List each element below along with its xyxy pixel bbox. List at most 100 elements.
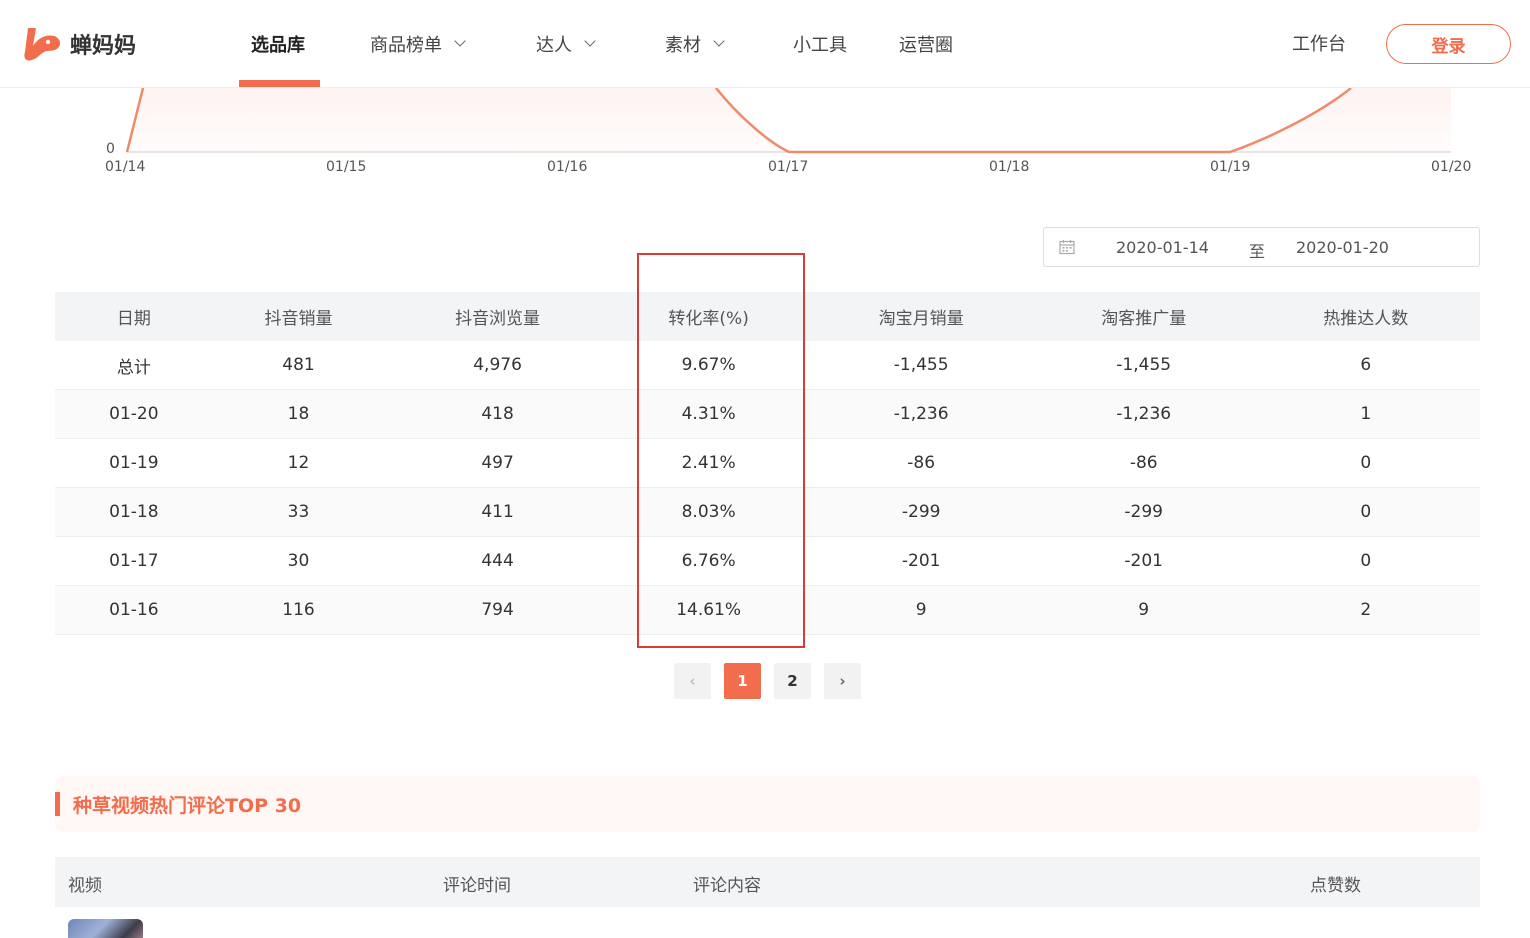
column-header: 评论内容 xyxy=(693,876,761,896)
column-header: 淘宝月销量 xyxy=(878,309,964,329)
table-cell: 01-17 xyxy=(109,551,159,571)
column-header: 视频 xyxy=(68,876,102,896)
column-header: 转化率(%) xyxy=(668,309,749,329)
table-cell: 12 xyxy=(287,453,310,473)
nav-label: 素材 xyxy=(665,35,701,56)
cicada-logo-icon xyxy=(24,28,61,61)
top-nav-bar: 蝉妈妈 选品库 商品榜单 达人 素材 小工具 运营圈 工作台 登录 xyxy=(0,0,1530,88)
chevron-down-icon xyxy=(713,35,725,47)
page-1-button[interactable]: 1 xyxy=(724,663,761,699)
line-chart-svg xyxy=(125,87,1451,154)
table-body: 总计 481 4,976 9.67% -1,455 -1,455 6 01-20 18 418 4.… xyxy=(55,341,1480,635)
nav-label: 选品库 xyxy=(251,35,305,56)
nav-item-operations[interactable]: 运营圈 xyxy=(899,30,953,58)
table-cell: 9 xyxy=(915,600,927,620)
table-cell: 4,976 xyxy=(473,355,522,375)
nav-label: 达人 xyxy=(536,35,572,56)
x-tick-label: 01/17 xyxy=(768,159,809,175)
date-separator: 至 xyxy=(1249,242,1266,261)
table-cell: 0 xyxy=(1360,453,1372,473)
nav-item-product-ranking[interactable]: 商品榜单 xyxy=(370,30,466,58)
video-thumbnail[interactable] xyxy=(68,919,143,938)
nav-item-influencer[interactable]: 达人 xyxy=(536,30,596,58)
nav-item-product-library[interactable]: 选品库 xyxy=(251,30,305,58)
table-cell: 01-16 xyxy=(109,600,159,620)
chevron-down-icon xyxy=(584,35,596,47)
table-cell: 497 xyxy=(481,453,514,473)
table-cell: 481 xyxy=(282,355,315,375)
x-tick-label: 01/20 xyxy=(1431,159,1472,175)
brand-logo[interactable]: 蝉妈妈 xyxy=(22,24,136,64)
table-cell: 9.67% xyxy=(681,355,736,375)
nav-label: 小工具 xyxy=(793,35,847,56)
next-page-button[interactable]: › xyxy=(824,663,861,699)
nav-item-tools[interactable]: 小工具 xyxy=(793,30,847,58)
column-header: 评论时间 xyxy=(443,876,511,896)
workbench-link[interactable]: 工作台 xyxy=(1292,30,1346,56)
active-nav-indicator xyxy=(239,80,320,87)
page-2-button[interactable]: 2 xyxy=(774,663,811,699)
table-cell: 18 xyxy=(287,404,310,424)
prev-page-button[interactable]: ‹ xyxy=(674,663,711,699)
brand-name: 蝉妈妈 xyxy=(70,34,137,59)
table-cell: 2.41% xyxy=(681,453,736,473)
table-cell: -201 xyxy=(1124,551,1163,571)
table-cell: 0 xyxy=(1360,502,1372,522)
column-header: 淘客推广量 xyxy=(1101,309,1187,329)
table-cell: 0 xyxy=(1360,551,1372,571)
table-cell: 116 xyxy=(282,600,315,620)
section-accent-bar xyxy=(55,792,60,816)
table-cell: -299 xyxy=(1124,502,1163,522)
table-cell: -86 xyxy=(1129,453,1158,473)
table-cell: 01-19 xyxy=(109,453,159,473)
login-button[interactable]: 登录 xyxy=(1386,24,1511,64)
table-row: 01-19 12 497 2.41% -86 -86 0 xyxy=(55,439,1480,488)
nav-item-material[interactable]: 素材 xyxy=(665,30,725,58)
series-line-mid xyxy=(715,87,1352,154)
table-cell: -1,455 xyxy=(893,355,949,375)
x-tick-label: 01/19 xyxy=(1210,159,1251,175)
x-tick-label: 01/18 xyxy=(989,159,1030,175)
page: 蝉妈妈 选品库 商品榜单 达人 素材 小工具 运营圈 工作台 登录 0 01/1… xyxy=(0,0,1530,938)
trend-chart: 0 01/14 01/15 01/16 01/17 01/18 01/19 01… xyxy=(0,87,1530,183)
table-row: 01-18 33 411 8.03% -299 -299 0 xyxy=(55,488,1480,537)
column-header: 热推达人数 xyxy=(1323,309,1409,329)
column-header: 日期 xyxy=(116,309,151,329)
table-cell: -86 xyxy=(907,453,936,473)
table-cell: 33 xyxy=(287,502,310,522)
column-header: 抖音销量 xyxy=(264,309,333,329)
table-cell: 444 xyxy=(481,551,514,571)
end-date-input[interactable]: 2020-01-20 xyxy=(1296,238,1389,257)
chevron-down-icon xyxy=(454,35,466,47)
table-cell: 8.03% xyxy=(681,502,736,522)
table-cell: -299 xyxy=(901,502,941,522)
start-date-input[interactable]: 2020-01-14 xyxy=(1116,238,1209,257)
table-row: 01-20 18 418 4.31% -1,236 -1,236 1 xyxy=(55,390,1480,439)
table-cell: 9 xyxy=(1138,600,1150,620)
table-cell: -201 xyxy=(901,551,941,571)
table-cell: -1,455 xyxy=(1116,355,1172,375)
x-tick-label: 01/14 xyxy=(105,159,146,175)
section-title: 种草视频热门评论TOP 30 xyxy=(73,795,302,817)
daily-stats-table: 日期 抖音销量 抖音浏览量 转化率(%) 淘宝月销量 淘客推广量 热推达人数 总… xyxy=(55,292,1480,635)
nav-label: 运营圈 xyxy=(899,35,953,56)
table-cell: 794 xyxy=(481,600,514,620)
column-header: 抖音浏览量 xyxy=(455,309,541,329)
table-cell: 6.76% xyxy=(681,551,736,571)
table-cell: 14.61% xyxy=(676,600,742,620)
table-cell: 总计 xyxy=(116,357,151,378)
table-row: 01-16 116 794 14.61% 9 9 2 xyxy=(55,586,1480,635)
table-cell: 418 xyxy=(481,404,514,424)
table-row: 总计 481 4,976 9.67% -1,455 -1,455 6 xyxy=(55,341,1480,390)
date-range-picker[interactable]: 2020-01-14 至 2020-01-20 xyxy=(1043,227,1480,267)
table-cell: 1 xyxy=(1360,404,1372,424)
column-header: 点赞数 xyxy=(1310,876,1361,896)
table-cell: 4.31% xyxy=(681,404,736,424)
table-cell: 6 xyxy=(1360,355,1372,375)
comments-table-header: 视频 评论时间 评论内容 点赞数 xyxy=(55,857,1480,907)
comments-section-header: 种草视频热门评论TOP 30 xyxy=(55,776,1480,832)
table-cell: -1,236 xyxy=(893,404,949,424)
x-tick-label: 01/16 xyxy=(547,159,588,175)
table-row: 01-17 30 444 6.76% -201 -201 0 xyxy=(55,537,1480,586)
table-cell: 01-18 xyxy=(109,502,159,522)
